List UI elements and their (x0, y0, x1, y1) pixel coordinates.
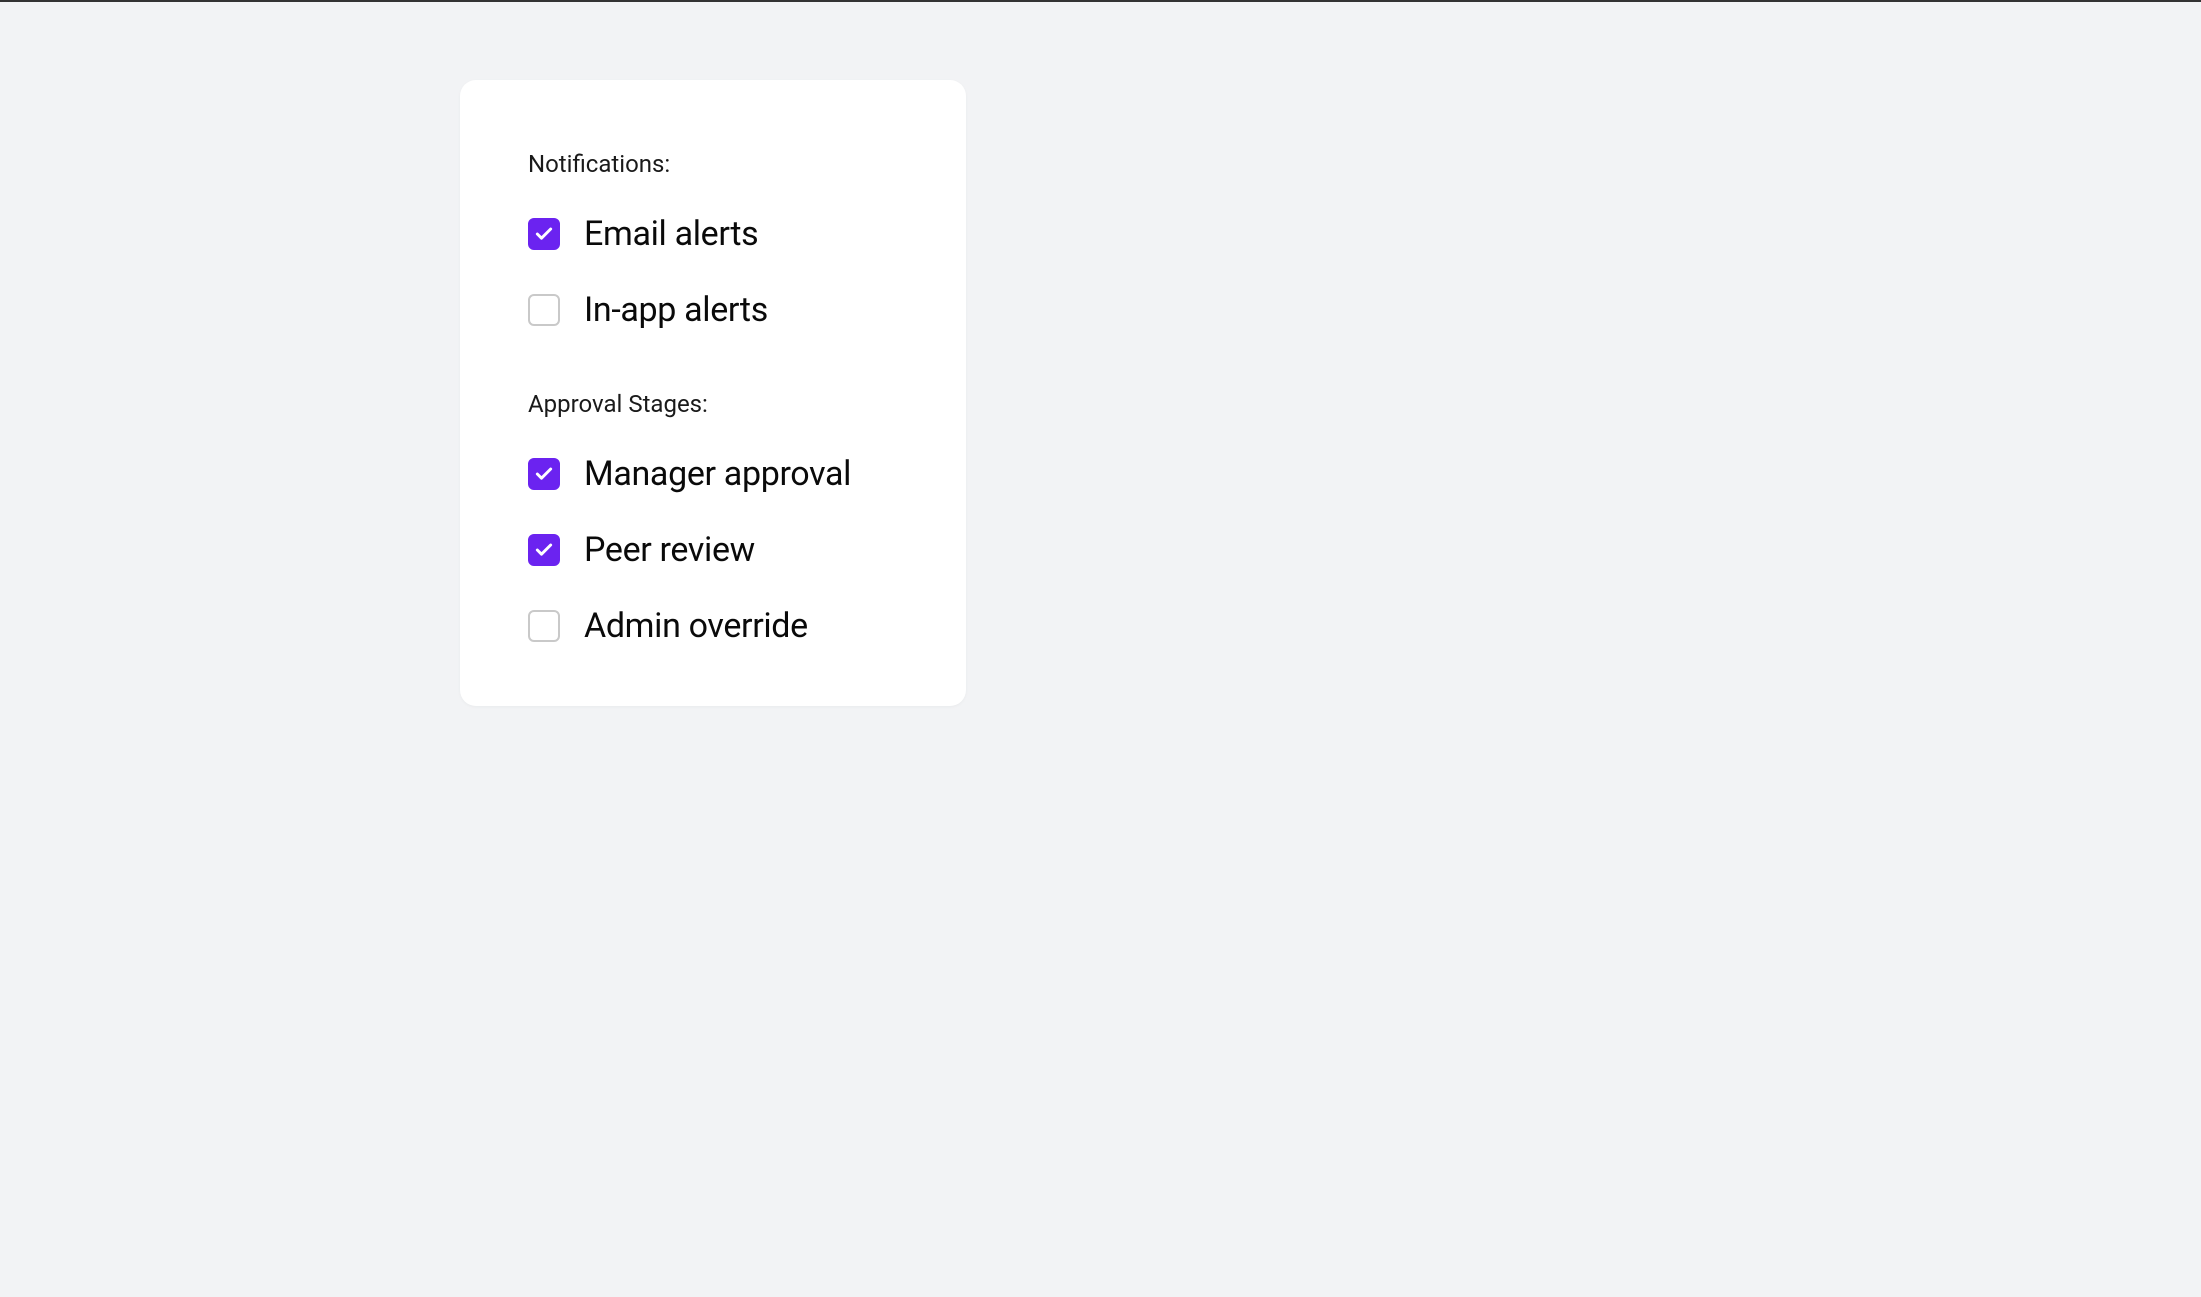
option-label: Manager approval (584, 454, 851, 494)
checkbox-peer-review[interactable] (528, 534, 560, 566)
checkbox-in-app-alerts[interactable] (528, 294, 560, 326)
group-approval-stages: Approval Stages: Manager approval Peer r… (528, 390, 898, 646)
check-icon (534, 224, 554, 244)
group-title-approval-stages: Approval Stages: (528, 390, 898, 418)
check-icon (534, 464, 554, 484)
option-label: In-app alerts (584, 290, 768, 330)
option-label: Peer review (584, 530, 755, 570)
checkbox-email-alerts[interactable] (528, 218, 560, 250)
checkbox-admin-override[interactable] (528, 610, 560, 642)
option-label: Admin override (584, 606, 808, 646)
group-notifications: Notifications: Email alerts In-app alert… (528, 150, 898, 330)
option-label: Email alerts (584, 214, 758, 254)
option-peer-review[interactable]: Peer review (528, 530, 898, 570)
option-email-alerts[interactable]: Email alerts (528, 214, 898, 254)
settings-card: Notifications: Email alerts In-app alert… (460, 80, 966, 706)
option-in-app-alerts[interactable]: In-app alerts (528, 290, 898, 330)
check-icon (534, 540, 554, 560)
option-manager-approval[interactable]: Manager approval (528, 454, 898, 494)
checkbox-manager-approval[interactable] (528, 458, 560, 490)
option-admin-override[interactable]: Admin override (528, 606, 898, 646)
group-title-notifications: Notifications: (528, 150, 898, 178)
